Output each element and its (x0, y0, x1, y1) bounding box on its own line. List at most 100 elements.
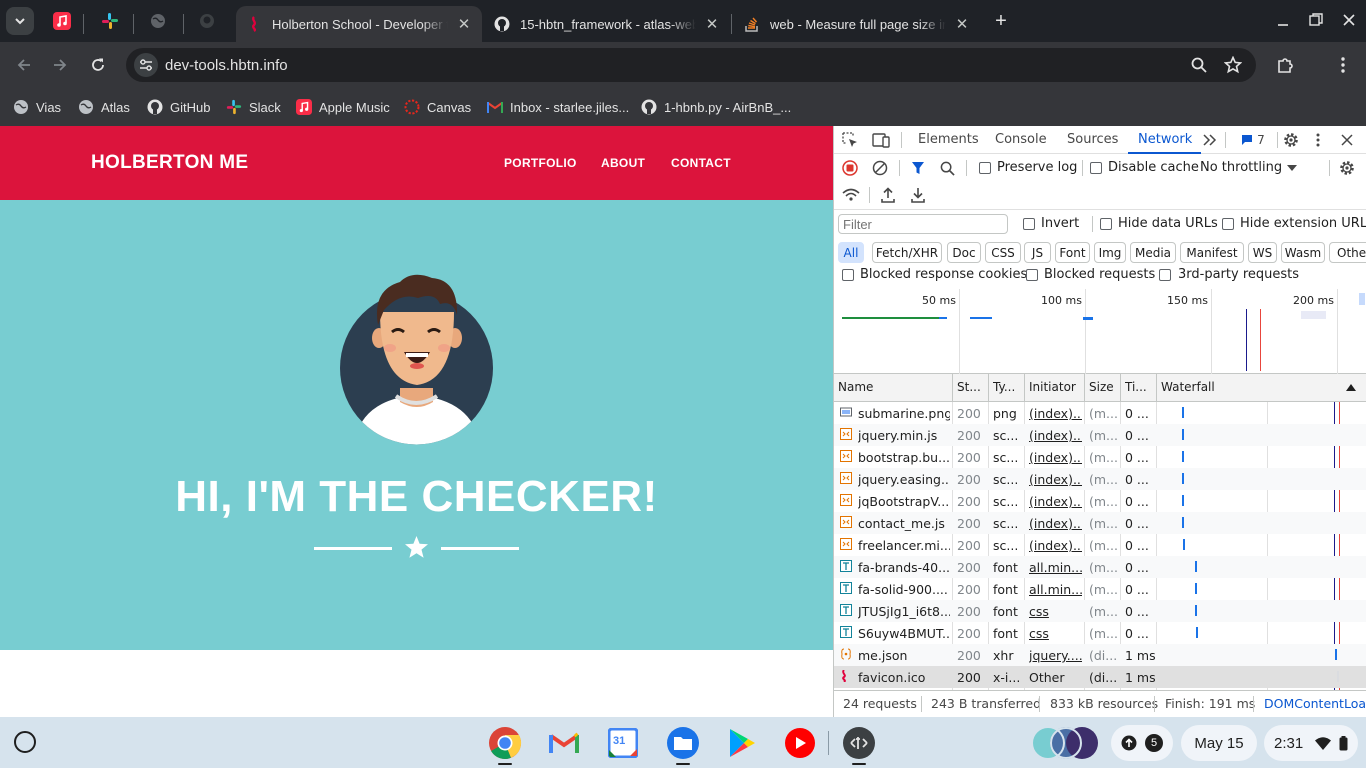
column-initiator[interactable]: Initiator (1029, 380, 1084, 394)
bookmark-atlas[interactable]: Atlas (78, 96, 130, 118)
request-row[interactable]: submarine.png 200 png (index)... (m... 0 ... (834, 402, 1366, 424)
bookmark-gmail-inbox[interactable]: Inbox - starlee.jiles... (487, 96, 629, 118)
type-filter-img[interactable]: Img (1094, 242, 1126, 263)
bookmark-vias[interactable]: Vias (13, 96, 61, 118)
type-filter-other[interactable]: Other (1329, 242, 1366, 263)
bookmark-star-button[interactable] (1222, 54, 1244, 76)
shelf-app-chrome[interactable] (487, 725, 523, 761)
close-icon[interactable]: ✕ (456, 15, 472, 33)
request-initiator[interactable]: (index)... (1029, 538, 1082, 553)
shelf-app-youtube[interactable] (782, 725, 818, 761)
request-row[interactable]: favicon.ico 200 x-i... Other (di... 1 ms (834, 666, 1366, 688)
filter-toggle-button[interactable] (909, 159, 927, 177)
request-initiator[interactable]: jquery.... (1029, 648, 1082, 663)
column-waterfall[interactable]: Waterfall (1161, 380, 1241, 394)
close-icon[interactable]: ✕ (954, 15, 970, 33)
request-initiator[interactable]: all.min.... (1029, 560, 1082, 575)
forward-button[interactable] (48, 53, 72, 77)
hide-data-urls-checkbox[interactable] (1100, 218, 1112, 230)
column-name[interactable]: Name (838, 380, 948, 394)
request-initiator[interactable]: (index)... (1029, 516, 1082, 531)
bookmark-github[interactable]: GitHub (147, 96, 210, 118)
type-filter-wasm[interactable]: Wasm (1281, 242, 1325, 263)
column-time[interactable]: Ti... (1125, 380, 1153, 394)
tab-framework[interactable]: 15-hbtn_framework - atlas-web ✕ (484, 6, 730, 42)
request-row[interactable]: S6uyw4BMUT... 200 font css (m... 0 ... (834, 622, 1366, 644)
request-row[interactable]: me.json 200 xhr jquery.... (di... 1 ms (834, 644, 1366, 666)
column-type[interactable]: Ty... (993, 380, 1021, 394)
request-row[interactable]: jquery.min.js 200 sc... (index)... (m... 0 ..… (834, 424, 1366, 446)
launcher-button[interactable] (14, 731, 36, 753)
filter-input[interactable] (838, 214, 1008, 234)
pinned-tab-apple-music[interactable] (49, 9, 75, 33)
date-pill[interactable]: May 15 (1181, 725, 1257, 761)
request-row[interactable]: fa-brands-40... 200 font all.min.... (m... 0 … (834, 556, 1366, 578)
network-overview[interactable]: 50 ms 100 ms 150 ms 200 ms (834, 289, 1366, 374)
shelf-app-files[interactable] (665, 725, 701, 761)
request-initiator[interactable]: css (1029, 604, 1082, 619)
nav-about[interactable]: ABOUT (601, 156, 645, 170)
pinned-tab-globe[interactable] (145, 9, 171, 33)
shelf-app-play-store[interactable] (724, 725, 760, 761)
bookmark-hbnb[interactable]: 1-hbnb.py - AirBnB_... (641, 96, 791, 118)
shelf-app-gmail[interactable] (546, 725, 582, 761)
throttling-select[interactable]: No throttling (1200, 160, 1282, 175)
menu-button[interactable] (1331, 53, 1355, 77)
preserve-log-checkbox[interactable] (979, 162, 991, 174)
notification-pill[interactable]: 5 (1111, 725, 1173, 761)
extensions-button[interactable] (1274, 53, 1298, 77)
request-row[interactable]: freelancer.mi... 200 sc... (index)... (m... 0… (834, 534, 1366, 556)
invert-checkbox[interactable] (1023, 218, 1035, 230)
bookmark-slack[interactable]: Slack (226, 96, 281, 118)
column-size[interactable]: Size (1089, 380, 1119, 394)
tab-network[interactable]: Network (1138, 132, 1192, 147)
devtools-settings-button[interactable] (1282, 131, 1300, 149)
type-filter-doc[interactable]: Doc (947, 242, 981, 263)
zoom-button[interactable] (1188, 54, 1210, 76)
request-initiator[interactable]: all.min.... (1029, 582, 1082, 597)
network-settings-button[interactable] (1338, 159, 1356, 177)
issues-button[interactable]: 7 (1237, 132, 1269, 148)
new-tab-button[interactable]: + (989, 9, 1013, 33)
clear-button[interactable] (871, 159, 889, 177)
disable-cache-checkbox[interactable] (1090, 162, 1102, 174)
blocked-requests-checkbox[interactable] (1026, 269, 1038, 281)
tab-search-button[interactable] (6, 7, 34, 35)
request-row[interactable]: contact_me.js 200 sc... (index)... (m... 0 ..… (834, 512, 1366, 534)
tab-console[interactable]: Console (995, 132, 1047, 147)
back-button[interactable] (12, 53, 36, 77)
shelf-app-terminal[interactable] (841, 725, 877, 761)
minimize-button[interactable] (1270, 8, 1296, 32)
shelf-app-calendar[interactable]: 31 (605, 725, 641, 761)
close-icon[interactable]: ✕ (704, 15, 720, 33)
request-initiator[interactable]: Other (1029, 670, 1082, 685)
request-initiator[interactable]: (index)... (1029, 406, 1082, 421)
bookmark-apple-music[interactable]: Apple Music (296, 96, 390, 118)
inspect-element-button[interactable] (841, 131, 859, 149)
request-initiator[interactable]: (index)... (1029, 472, 1082, 487)
address-bar[interactable]: dev-tools.hbtn.info (126, 48, 1256, 82)
type-filter-all[interactable]: All (838, 242, 864, 263)
request-row[interactable]: jqBootstrapV... 200 sc... (index)... (m... 0 … (834, 490, 1366, 512)
type-filter-js[interactable]: JS (1024, 242, 1051, 263)
tab-elements[interactable]: Elements (918, 132, 979, 147)
type-filter-media[interactable]: Media (1130, 242, 1176, 263)
type-filter-fetch-xhr[interactable]: Fetch/XHR (872, 242, 942, 263)
holding-space[interactable] (1030, 725, 1100, 761)
type-filter-ws[interactable]: WS (1248, 242, 1277, 263)
device-toolbar-button[interactable] (871, 131, 891, 149)
import-har-button[interactable] (879, 186, 897, 204)
request-initiator[interactable]: (index)... (1029, 494, 1082, 509)
request-row[interactable]: JTUSjIg1_i6t8... 200 font css (m... 0 ... (834, 600, 1366, 622)
bookmark-canvas[interactable]: Canvas (404, 96, 471, 118)
close-devtools-button[interactable] (1339, 132, 1355, 148)
type-filter-css[interactable]: CSS (985, 242, 1021, 263)
devtools-menu-button[interactable] (1312, 131, 1324, 149)
tab-holberton[interactable]: Holberton School - Developer to ✕ (236, 6, 482, 42)
third-party-checkbox[interactable] (1159, 269, 1171, 281)
reload-button[interactable] (86, 53, 110, 77)
type-filter-manifest[interactable]: Manifest (1180, 242, 1244, 263)
tab-sources[interactable]: Sources (1067, 132, 1118, 147)
close-window-button[interactable] (1336, 8, 1362, 32)
request-row[interactable]: bootstrap.bu... 200 sc... (index)... (m... 0 … (834, 446, 1366, 468)
